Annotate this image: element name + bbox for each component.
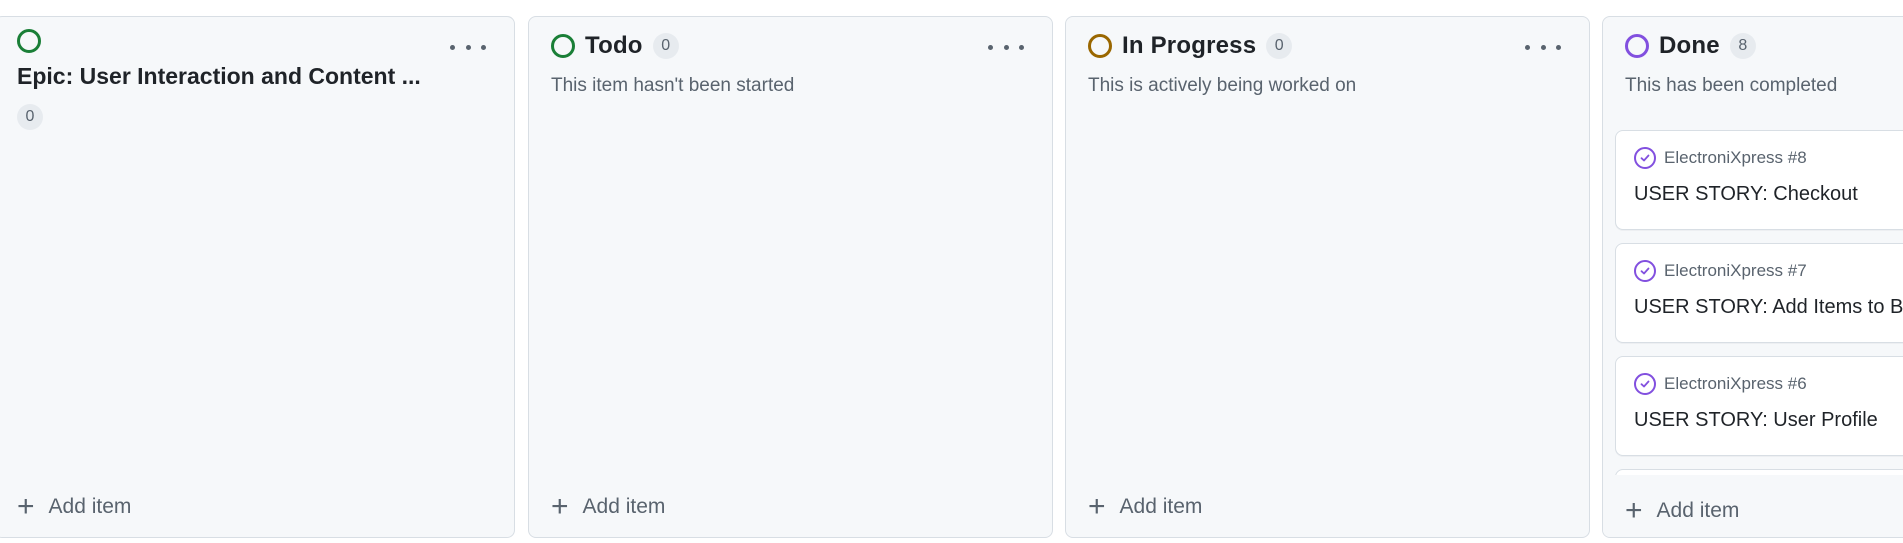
add-item-label: Add item: [1656, 499, 1740, 522]
issue-card[interactable]: ElectroniXpress #8 USER STORY: Checkout: [1615, 130, 1903, 230]
column-description: This has been completed: [1625, 75, 1838, 96]
column-footer: + Add item: [1603, 475, 1903, 537]
issue-title[interactable]: USER STORY: User Profile: [1634, 409, 1903, 432]
dot-icon: [1003, 44, 1009, 50]
dot-icon: [988, 44, 993, 50]
project-board: Epic: User Interaction and Content ... 0…: [0, 0, 1903, 543]
check-circle-icon: [1634, 260, 1656, 282]
plus-icon: +: [1625, 494, 1643, 527]
dot-icon: [481, 44, 486, 50]
column-in-progress: In Progress 0 This is actively being wor…: [1065, 16, 1590, 538]
add-item-label: Add item: [582, 495, 666, 518]
status-circle-icon: [1625, 34, 1649, 58]
column-done: Done 8 This has been completed Electroni…: [1602, 16, 1903, 538]
column-header: Epic: User Interaction and Content ... 0: [0, 17, 514, 130]
dot-icon: [1540, 44, 1546, 50]
column-description: This item hasn't been started: [551, 75, 795, 96]
column-header: In Progress 0: [1066, 17, 1589, 61]
column-header: Done 8: [1603, 17, 1903, 61]
count-badge: 0: [1266, 33, 1293, 59]
add-item-label: Add item: [48, 495, 132, 518]
dot-icon: [465, 44, 471, 50]
check-circle-icon: [1634, 373, 1656, 395]
card-list: ElectroniXpress #8 USER STORY: Checkout …: [1615, 130, 1903, 516]
column-title: Epic: User Interaction and Content ...: [17, 63, 421, 89]
column-epic: Epic: User Interaction and Content ... 0…: [0, 16, 515, 538]
status-circle-icon: [1088, 34, 1112, 58]
add-item-label: Add item: [1119, 495, 1203, 518]
add-item-button[interactable]: + Add item: [1088, 490, 1203, 523]
issue-title[interactable]: USER STORY: Checkout: [1634, 183, 1903, 206]
column-description: This is actively being worked on: [1088, 75, 1357, 96]
issue-ref[interactable]: ElectroniXpress #7: [1664, 261, 1807, 281]
status-circle-icon: [17, 29, 41, 53]
column-todo: Todo 0 This item hasn't been started + A…: [528, 16, 1053, 538]
dot-icon: [450, 44, 455, 50]
check-circle-icon: [1634, 147, 1656, 169]
issue-title[interactable]: USER STORY: Add Items to Ba: [1634, 296, 1903, 319]
add-item-button[interactable]: + Add item: [1625, 494, 1740, 527]
dot-icon: [1556, 44, 1561, 50]
issue-card[interactable]: ElectroniXpress #7 USER STORY: Add Items…: [1615, 243, 1903, 343]
column-header: Todo 0: [529, 17, 1052, 61]
plus-icon: +: [17, 490, 35, 523]
count-badge: 0: [652, 33, 679, 59]
status-circle-icon: [551, 34, 575, 58]
issue-ref[interactable]: ElectroniXpress #6: [1664, 374, 1807, 394]
add-item-button[interactable]: + Add item: [551, 490, 666, 523]
issue-ref[interactable]: ElectroniXpress #8: [1664, 148, 1807, 168]
column-menu-button[interactable]: [988, 37, 1024, 57]
column-menu-button[interactable]: [1525, 37, 1561, 57]
count-badge: 0: [17, 104, 43, 130]
column-title: In Progress: [1122, 32, 1257, 59]
count-badge: 8: [1729, 33, 1756, 59]
dot-icon: [1019, 44, 1024, 50]
plus-icon: +: [1088, 490, 1106, 523]
column-menu-button[interactable]: [450, 37, 486, 57]
column-title: Todo: [585, 32, 643, 59]
issue-card[interactable]: ElectroniXpress #6 USER STORY: User Prof…: [1615, 356, 1903, 456]
dot-icon: [1525, 44, 1530, 50]
column-title: Done: [1659, 32, 1720, 59]
plus-icon: +: [551, 490, 569, 523]
add-item-button[interactable]: + Add item: [17, 490, 132, 523]
